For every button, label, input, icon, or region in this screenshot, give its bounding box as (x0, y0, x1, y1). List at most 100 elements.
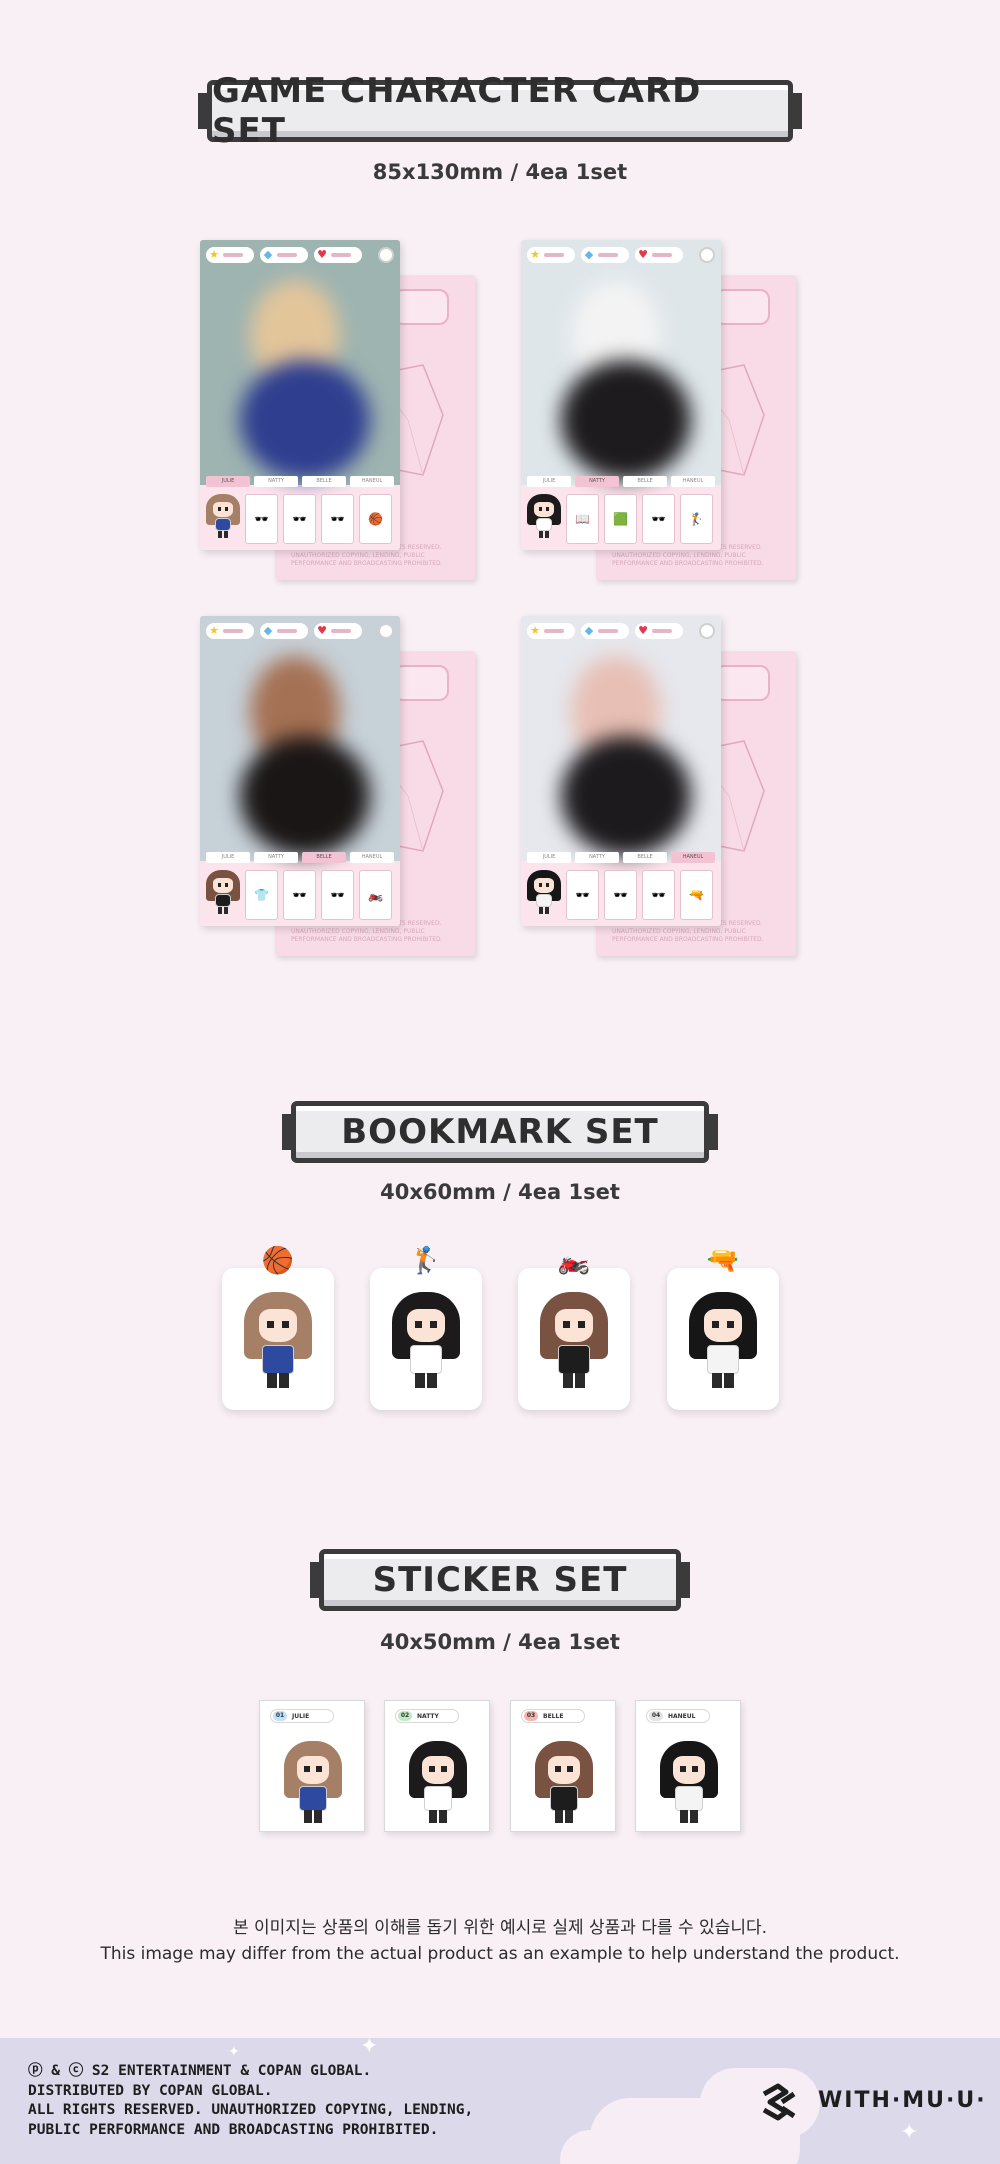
sticker-member-name: HANEUL (668, 1712, 696, 1720)
sticker-number-badge: 04 (649, 1711, 663, 1721)
footer-legal-line: ⓟ & ⓒ S2 ENTERTAINMENT & COPAN GLOBAL. (28, 2063, 372, 2079)
item-slot: 🕶️ (642, 870, 675, 920)
blurred-member-photo (521, 616, 721, 861)
sticker-name-tag: 04 HANEUL (646, 1709, 710, 1723)
disclaimer-english: This image may differ from the actual pr… (100, 1944, 900, 1964)
card-set-title: GAME CHARACTER CARD SET (212, 71, 702, 151)
footer-cloud-decoration (560, 2130, 680, 2164)
speech-bubble-icon (393, 665, 449, 701)
tab-natty: NATTY (254, 476, 298, 487)
card-set-spec: 85x130mm / 4ea 1set (372, 160, 628, 184)
sticker-set-spec: 40x50mm / 4ea 1set (380, 1630, 620, 1654)
footer-legal-line: PUBLIC PERFORMANCE AND BROADCASTING PROH… (28, 2121, 439, 2138)
character-card-haneul: ⓟ&ⓒS2 ENTERTAINMENT. ALL RIGHTS RESERVED… (521, 616, 821, 956)
sticker-set-title: STICKER SET (372, 1560, 628, 1600)
heart-icon: ♥ (638, 624, 648, 637)
sticker-member-name: NATTY (417, 1712, 439, 1720)
card-front-side: ★ ◆ ♥ JULIE NATTY BELLE HANEUL 📖 🟩 🕶️ 🏌️ (521, 240, 721, 550)
hud-stat-pill: ◆ (581, 247, 629, 263)
item-slot: 👕 (245, 870, 278, 920)
star-icon: ★ (530, 248, 540, 261)
chibi-character-illustration (206, 870, 240, 914)
sparkle-icon: ✦ (360, 2038, 379, 2059)
gem-icon: ◆ (263, 624, 273, 637)
item-slot: 🏍️ (359, 870, 392, 920)
member-tabs: JULIE NATTY BELLE HANEUL (206, 476, 394, 487)
chibi-character-illustration (689, 1292, 757, 1388)
avatar (527, 870, 561, 914)
item-slots: 🕶️ 🕶️ 🕶️ 🏀 (206, 494, 394, 544)
withmuu-logo: WITH·MU·U· (818, 2088, 987, 2113)
sticker-belle: 03 BELLE (510, 1700, 616, 1832)
chibi-character-illustration (409, 1741, 467, 1823)
hud-stat-pill: ◆ (260, 623, 308, 639)
card-set-title-plaque: GAME CHARACTER CARD SET (198, 71, 802, 151)
gear-icon (378, 623, 394, 639)
gear-icon (378, 247, 394, 263)
gem-icon: ◆ (584, 624, 594, 637)
tab-belle: BELLE (623, 852, 667, 863)
sticker-natty: 02 NATTY (384, 1700, 490, 1832)
bookmark-haneul: 🔫 (667, 1246, 779, 1410)
item-slot: 🏌️ (680, 494, 713, 544)
tab-haneul: HANEUL (671, 852, 715, 863)
disclaimer-korean: 본 이미지는 상품의 이해를 돕기 위한 예시로 실제 상품과 다를 수 있습니… (232, 1918, 768, 1938)
bookmark-charm-icon: 🏌️ (409, 1246, 443, 1276)
card-front-side: ★ ◆ ♥ JULIE NATTY BELLE HANEUL 🕶️ 🕶️ 🕶️ 🔫 (521, 616, 721, 926)
heart-icon: ♥ (638, 248, 648, 261)
card-status-hud: ★ ◆ ♥ (206, 247, 394, 263)
sticker-name-tag: 03 BELLE (521, 1709, 585, 1723)
bookmark-charm-icon: 🏀 (261, 1246, 295, 1276)
item-slots: 🕶️ 🕶️ 🕶️ 🔫 (527, 870, 715, 920)
hud-stat-pill: ♥ (635, 623, 683, 639)
hud-stat-pill: ★ (527, 247, 575, 263)
sticker-haneul: 04 HANEUL (635, 1700, 741, 1832)
chibi-character-illustration (244, 1292, 312, 1388)
hud-stat-pill: ◆ (260, 247, 308, 263)
bookmark-set-spec: 40x60mm / 4ea 1set (380, 1180, 620, 1204)
s2-logo-icon (762, 2083, 796, 2121)
sticker-julie: 01 JULIE (259, 1700, 365, 1832)
sticker-member-name: JULIE (292, 1712, 310, 1720)
heart-icon: ♥ (317, 624, 327, 637)
tab-julie: JULIE (206, 852, 250, 863)
tab-natty: NATTY (575, 852, 619, 863)
item-slot: 🕶️ (566, 870, 599, 920)
sticker-set-title-plaque: STICKER SET (310, 1549, 690, 1611)
hud-stat-pill: ★ (206, 247, 254, 263)
speech-bubble-icon (393, 289, 449, 325)
star-icon: ★ (209, 624, 219, 637)
tab-haneul: HANEUL (671, 476, 715, 487)
chibi-character-illustration (527, 494, 561, 538)
card-status-hud: ★ ◆ ♥ (527, 623, 715, 639)
hud-stat-pill: ★ (206, 623, 254, 639)
character-card-belle: ⓟ&ⓒS2 ENTERTAINMENT. ALL RIGHTS RESERVED… (200, 616, 500, 956)
sparkle-icon: ✦ (900, 2120, 919, 2145)
item-slot: 🕶️ (283, 870, 316, 920)
card-front-side: ★ ◆ ♥ JULIE NATTY BELLE HANEUL 👕 🕶️ 🕶️ 🏍️ (200, 616, 400, 926)
character-card-julie: ⓟ&ⓒS2 ENTERTAINMENT. ALL RIGHTS RESERVED… (200, 240, 500, 580)
sticker-number-badge: 03 (524, 1711, 538, 1721)
hud-stat-pill: ♥ (314, 247, 362, 263)
item-slots: 📖 🟩 🕶️ 🏌️ (527, 494, 715, 544)
chibi-character-illustration (540, 1292, 608, 1388)
bookmark-julie: 🏀 (222, 1246, 334, 1410)
footer-legal-text: ⓟ & ⓒ S2 ENTERTAINMENT & COPAN GLOBAL. D… (28, 2062, 473, 2140)
card-status-hud: ★ ◆ ♥ (527, 247, 715, 263)
sticker-number-badge: 02 (398, 1711, 412, 1721)
item-slot: 🕶️ (245, 494, 278, 544)
tab-belle: BELLE (302, 852, 346, 863)
bookmark-set-title: BOOKMARK SET (341, 1112, 659, 1152)
gem-icon: ◆ (584, 248, 594, 261)
item-slot: 🕶️ (604, 870, 637, 920)
footer-legal-line: ALL RIGHTS RESERVED. UNAUTHORIZED COPYIN… (28, 2102, 474, 2118)
card-front-side: ★ ◆ ♥ JULIE NATTY BELLE HANEUL 🕶️ 🕶️ 🕶️ 🏀 (200, 240, 400, 550)
card-status-hud: ★ ◆ ♥ (206, 623, 394, 639)
footer-legal-line: DISTRIBUTED BY COPAN GLOBAL. (28, 2082, 273, 2099)
item-slot: 🕶️ (642, 494, 675, 544)
blurred-member-photo (521, 240, 721, 485)
member-tabs: JULIE NATTY BELLE HANEUL (527, 476, 715, 487)
bookmark-charm-icon: 🏍️ (557, 1246, 591, 1276)
gem-icon: ◆ (263, 248, 273, 261)
chibi-character-illustration (206, 494, 240, 538)
